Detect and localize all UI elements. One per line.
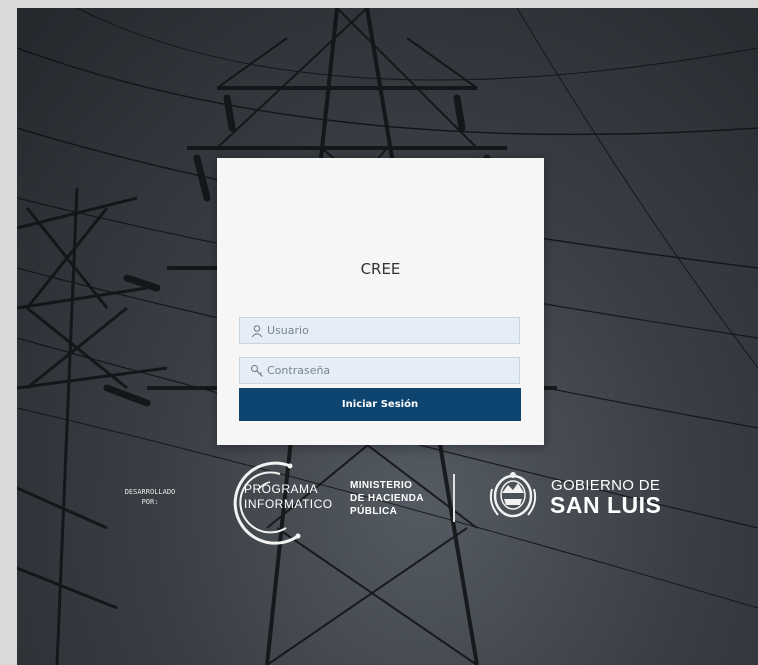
login-card: CREE Iniciar Sesión	[217, 158, 544, 445]
ministerio-text: MINISTERIO DE HACIENDA PÚBLICA	[350, 479, 424, 518]
informatico-line: INFORMATICO	[244, 497, 333, 511]
key-icon	[251, 365, 263, 377]
password-input[interactable]	[267, 358, 512, 383]
programa-informatico-text: PROGRAMA INFORMATICO	[244, 482, 333, 512]
san-luis-text: SAN LUIS	[550, 492, 662, 518]
ministerio-line-2: DE HACIENDA	[350, 493, 424, 504]
ministerio-line-1: MINISTERIO	[350, 480, 413, 491]
ministerio-line-3: PÚBLICA	[350, 506, 398, 517]
password-field[interactable]	[239, 357, 520, 384]
username-input[interactable]	[267, 318, 512, 343]
login-button[interactable]: Iniciar Sesión	[239, 388, 521, 421]
san-luis-seal-icon	[489, 472, 537, 518]
username-field[interactable]	[239, 317, 520, 344]
app-title: CREE	[360, 260, 401, 278]
developed-by-label: DESARROLLADO POR:	[124, 488, 176, 506]
programa-line: PROGRAMA	[244, 482, 319, 496]
footer-divider	[453, 474, 455, 522]
user-icon	[251, 325, 263, 338]
